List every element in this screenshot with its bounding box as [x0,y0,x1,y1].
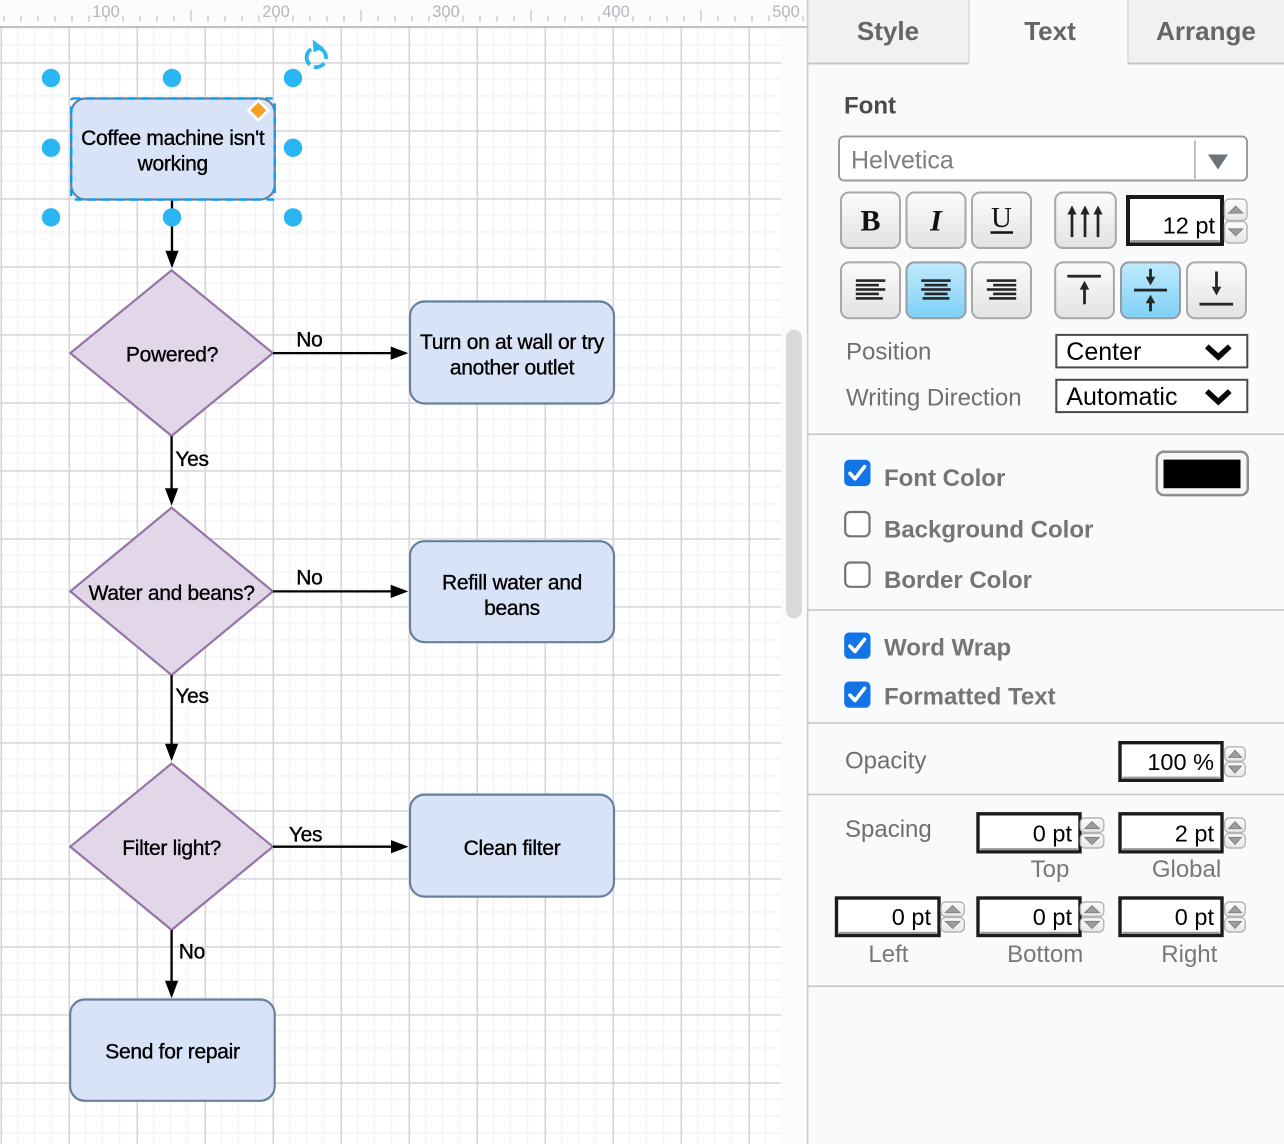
svg-text:Send for repair: Send for repair [105,1040,240,1063]
svg-text:2 pt: 2 pt [1175,820,1215,846]
svg-text:Position: Position [846,339,931,366]
svg-text:Coffee machine isn't: Coffee machine isn't [81,127,265,150]
svg-text:Powered?: Powered? [126,344,218,367]
svg-text:Text: Text [1024,16,1076,46]
svg-text:Filter light?: Filter light? [122,837,221,860]
svg-text:beans: beans [484,597,540,620]
svg-text:working: working [137,152,208,175]
svg-text:Yes: Yes [175,448,208,471]
svg-text:0 pt: 0 pt [892,904,932,930]
svg-text:Font: Font [844,93,896,120]
svg-text:No: No [296,567,322,590]
svg-text:Spacing: Spacing [845,816,932,843]
svg-text:12 pt: 12 pt [1163,213,1216,239]
svg-text:I: I [929,205,943,238]
svg-text:500: 500 [772,3,800,21]
svg-text:Left: Left [868,941,908,968]
svg-text:Arrange: Arrange [1156,16,1256,46]
svg-text:U: U [991,202,1012,234]
svg-text:Border Color: Border Color [884,567,1032,594]
svg-text:another outlet: another outlet [450,357,575,380]
svg-text:Water and beans?: Water and beans? [89,582,255,605]
svg-text:0 pt: 0 pt [1175,904,1215,930]
svg-text:Right: Right [1161,941,1217,968]
svg-text:200: 200 [262,3,290,21]
svg-text:Opacity: Opacity [845,747,926,774]
svg-text:Automatic: Automatic [1066,383,1177,411]
svg-text:100: 100 [92,3,120,21]
svg-text:No: No [179,941,205,964]
svg-text:Background Color: Background Color [884,516,1093,543]
svg-text:Center: Center [1066,338,1141,366]
svg-text:100 %: 100 % [1147,749,1214,775]
svg-text:Bottom: Bottom [1007,941,1083,968]
svg-text:Formatted Text: Formatted Text [884,684,1056,711]
svg-text:Word Wrap: Word Wrap [884,634,1011,661]
svg-text:Yes: Yes [175,685,208,708]
svg-text:400: 400 [602,3,630,21]
svg-text:Refill water and: Refill water and [442,571,582,594]
svg-text:Turn on at wall or try: Turn on at wall or try [420,331,605,354]
svg-text:Global: Global [1152,856,1221,883]
svg-text:Writing Direction: Writing Direction [846,384,1022,411]
svg-text:Helvetica: Helvetica [851,147,954,175]
svg-text:Top: Top [1031,856,1070,883]
svg-text:300: 300 [432,3,460,21]
svg-text:No: No [296,328,322,351]
svg-text:Style: Style [857,16,919,46]
svg-text:0 pt: 0 pt [1033,820,1073,846]
svg-text:Yes: Yes [289,824,322,847]
svg-text:0 pt: 0 pt [1033,904,1073,930]
svg-text:B: B [860,205,880,238]
svg-text:Font Color: Font Color [884,465,1005,492]
svg-text:Clean filter: Clean filter [464,837,561,860]
